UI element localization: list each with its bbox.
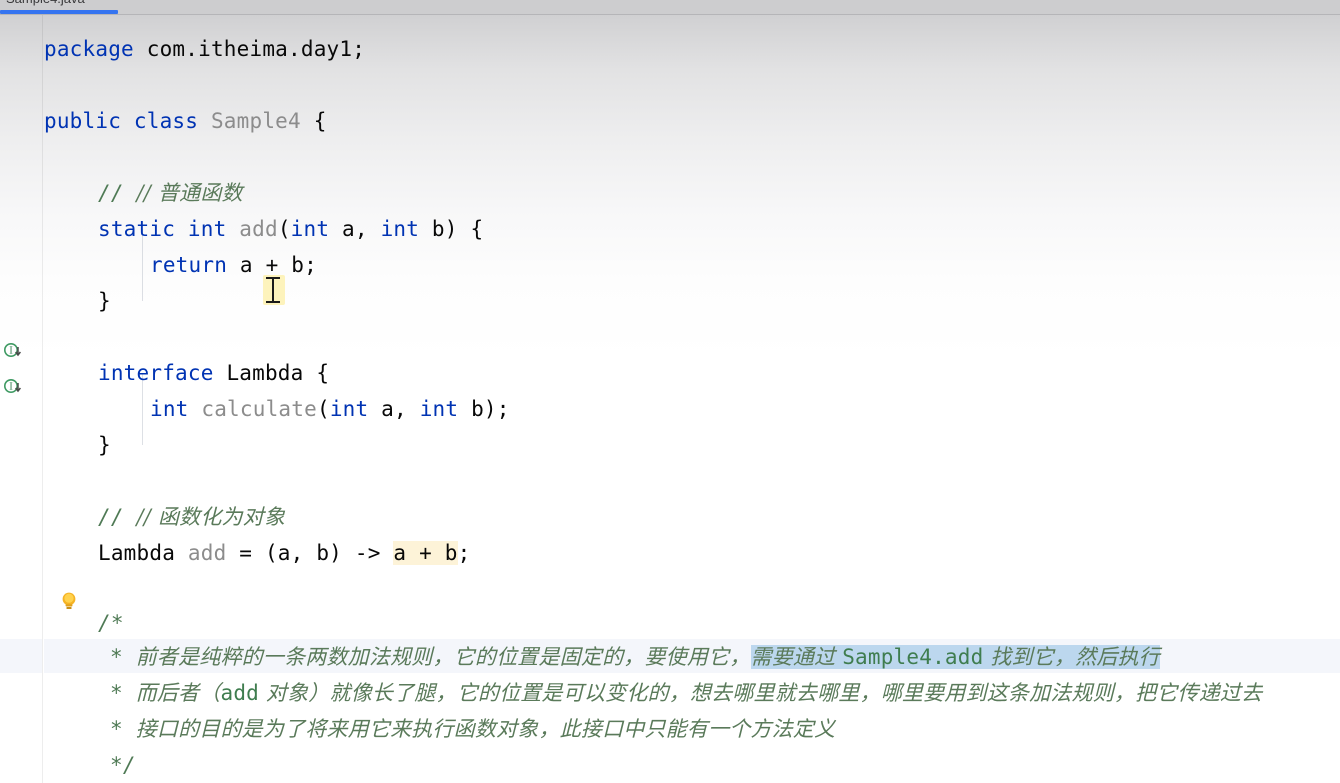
keyword-package: package: [44, 37, 134, 61]
code-line[interactable]: }: [98, 283, 111, 319]
method-name-add: add: [239, 217, 278, 241]
interface-name-lambda: Lambda: [226, 361, 304, 385]
code-line[interactable]: * 前者是纯粹的一条两数加法规则，它的位置是固定的，要使用它，需要通过 Samp…: [110, 639, 1160, 675]
code-line[interactable]: * 接口的目的是为了将来用它来执行函数对象，此接口中只能有一个方法定义: [110, 711, 835, 747]
brace-open: {: [316, 361, 330, 385]
comment-text-2a: 而后者（: [135, 681, 221, 705]
code-line[interactable]: public class Sample4 {: [44, 103, 327, 139]
editor-tab-label[interactable]: Sample4.java: [6, 0, 85, 6]
semicolon: ;: [457, 541, 471, 565]
keyword-static: static: [98, 217, 176, 241]
keyword-public: public: [44, 109, 122, 133]
comment-star: *: [110, 681, 123, 705]
lambda-assignment: = (a, b) ->: [239, 541, 381, 565]
code-line[interactable]: // // 函数化为对象: [98, 499, 285, 535]
code-line[interactable]: interface Lambda {: [98, 355, 329, 391]
comment-text-3: 接口的目的是为了将来用它来执行函数对象，此接口中只能有一个方法定义: [135, 717, 836, 741]
method-name-calculate: calculate: [201, 397, 317, 421]
comment-function-as-object: // 函数化为对象: [136, 505, 286, 529]
keyword-int: int: [150, 397, 189, 421]
comment-plain-function: // 普通函数: [136, 181, 243, 205]
comment-star: *: [110, 645, 123, 669]
selected-comment-code: Sample4.add: [842, 645, 984, 669]
code-line[interactable]: */: [110, 747, 136, 783]
code-line[interactable]: return a + b;: [150, 247, 317, 283]
comment-text-2b: 对象）就像长了腿，它的位置是可以变化的，想去哪里就去哪里，哪里要用到这条加法规则…: [259, 681, 1263, 705]
keyword-interface: interface: [98, 361, 214, 385]
code-line[interactable]: /*: [98, 605, 124, 641]
code-line[interactable]: static int add(int a, int b) {: [98, 211, 483, 247]
brace-open: {: [313, 109, 327, 133]
ide-editor-window: Sample4.java I I: [0, 0, 1340, 783]
code-line[interactable]: int calculate(int a, int b);: [150, 391, 510, 427]
comment-star: *: [110, 717, 123, 741]
keyword-return: return: [150, 253, 228, 277]
keyword-int: int: [187, 217, 227, 241]
code-editor-surface[interactable]: package com.itheima.day1; public class S…: [0, 15, 1340, 783]
text-ibeam-cursor: [258, 273, 288, 307]
variable-add: add: [187, 541, 227, 565]
block-comment-open: /*: [98, 611, 124, 635]
class-name: Sample4: [210, 109, 301, 133]
code-line[interactable]: }: [98, 427, 111, 463]
keyword-class: class: [133, 109, 199, 133]
package-name: com.itheima.day1;: [146, 37, 366, 61]
selected-comment-text-b: 找到它，然后执行: [983, 645, 1160, 669]
code-line[interactable]: * 而后者（add 对象）就像长了腿，它的位置是可以变化的，想去哪里就去哪里，哪…: [110, 675, 1262, 711]
cursor-bar: [272, 278, 274, 302]
block-comment-close: */: [110, 753, 136, 777]
brace-close: }: [98, 433, 111, 457]
code-line[interactable]: Lambda add = (a, b) -> a + b;: [98, 535, 470, 571]
selected-comment-text-a: 需要通过: [750, 645, 843, 669]
brace-close: }: [98, 289, 111, 313]
type-lambda: Lambda: [98, 541, 176, 565]
cursor-cap-bottom: [266, 301, 280, 303]
editor-tab-strip[interactable]: Sample4.java: [0, 0, 1340, 15]
code-line[interactable]: // // 普通函数: [98, 175, 243, 211]
comment-text-1a: 前者是纯粹的一条两数加法规则，它的位置是固定的，要使用它，: [135, 645, 751, 669]
code-line[interactable]: package com.itheima.day1;: [44, 31, 365, 67]
comment-code-add: add: [220, 681, 260, 705]
cursor-cap-top: [266, 277, 280, 279]
lambda-body-highlight: a + b: [393, 541, 458, 565]
current-line-highlight-gutter: [0, 639, 42, 673]
